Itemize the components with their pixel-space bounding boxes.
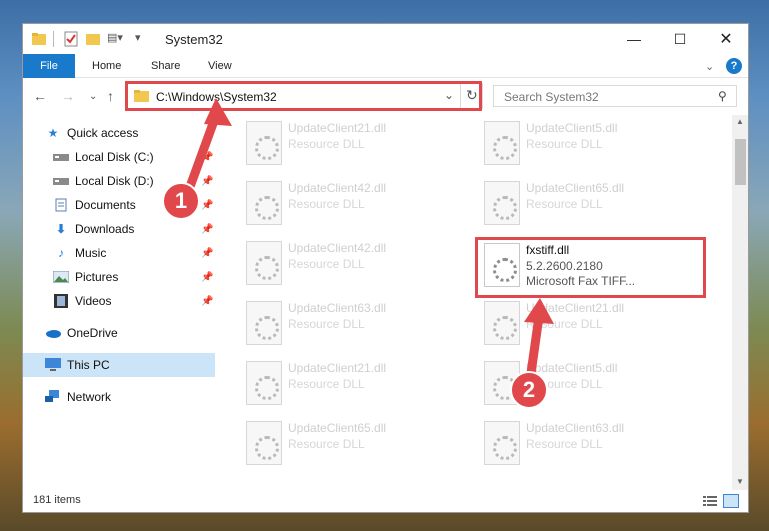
scrollbar-thumb[interactable] (735, 139, 746, 185)
search-placeholder: Search System32 (504, 90, 599, 104)
customize-toolbar-icon[interactable]: ▤▾ (107, 31, 123, 47)
file-highlight (475, 237, 706, 298)
pin-icon[interactable]: 📌 (201, 272, 213, 283)
dll-file-icon (484, 301, 520, 345)
help-icon[interactable]: ? (726, 58, 742, 74)
list-item[interactable]: UpdateClient42.dll Resource DLL (216, 175, 446, 227)
list-item[interactable]: UpdateClient21.dll Resource DLL (216, 355, 446, 407)
up-icon[interactable]: ↑ (107, 88, 114, 104)
file-tab[interactable]: File (23, 54, 75, 78)
pin-icon[interactable]: 📌 (201, 200, 213, 211)
file-list: UpdateClient21.dll Resource DLL UpdateCl… (216, 115, 732, 490)
dll-file-icon (484, 421, 520, 465)
navigation-pane: ★ Quick access Local Disk (C:) 📌 Local D… (23, 115, 215, 490)
dll-file-icon (246, 121, 282, 165)
pictures-icon (53, 270, 69, 284)
tab-share[interactable]: Share (151, 60, 180, 72)
dll-file-icon (246, 361, 282, 405)
dll-file-icon (484, 121, 520, 165)
arrowhead-2 (524, 298, 554, 324)
back-icon[interactable]: ← (33, 88, 47, 104)
title-bar: ▤▾ ▾ System32 — ☐ ✕ (23, 24, 748, 54)
star-icon: ★ (47, 126, 59, 140)
list-item[interactable]: UpdateClient21.dll Resource DLL (216, 115, 446, 167)
recent-locations-icon[interactable]: ⌄ (89, 91, 97, 102)
status-bar: 181 items (23, 490, 748, 512)
drive-icon (53, 150, 69, 164)
forward-icon[interactable]: → (61, 88, 75, 104)
scroll-down-icon[interactable]: ▼ (736, 477, 744, 486)
item-count: 181 items (33, 494, 81, 506)
drive-icon (53, 174, 69, 188)
list-item[interactable]: UpdateClient5.dll Resource DLL (454, 115, 684, 167)
scroll-up-icon[interactable]: ▲ (736, 117, 744, 126)
network-icon (45, 390, 61, 404)
chevron-down-icon[interactable]: ▾ (135, 31, 141, 47)
sidebar-item-this-pc[interactable]: This PC (23, 353, 215, 377)
new-folder-icon[interactable] (85, 31, 101, 47)
pin-icon[interactable]: 📌 (201, 296, 213, 307)
expand-ribbon-icon[interactable]: ⌄ (705, 60, 714, 73)
minimize-button[interactable]: — (611, 24, 657, 54)
tiles-view-icon[interactable] (723, 494, 739, 508)
list-item[interactable]: UpdateClient63.dll Resource DLL (454, 415, 684, 467)
list-item[interactable]: UpdateClient65.dll Resource DLL (454, 175, 684, 227)
sidebar-item-pictures[interactable]: Pictures 📌 (23, 265, 215, 289)
list-item[interactable]: UpdateClient42.dll Resource DLL (216, 235, 446, 287)
videos-icon (53, 294, 69, 308)
sidebar-item-quick-access[interactable]: ★ Quick access (23, 121, 215, 145)
step-2-badge: 2 (510, 371, 548, 409)
dll-file-icon (246, 301, 282, 345)
pin-icon[interactable]: 📌 (201, 248, 213, 259)
download-icon: ⬇ (55, 222, 67, 236)
list-item[interactable]: UpdateClient21.dll Resource DLL (454, 295, 684, 347)
address-highlight (125, 81, 482, 111)
properties-icon[interactable] (63, 31, 79, 47)
sidebar-item-music[interactable]: ♪ Music 📌 (23, 241, 215, 265)
sidebar-item-downloads[interactable]: ⬇ Downloads 📌 (23, 217, 215, 241)
vertical-scrollbar[interactable]: ▲ ▼ (732, 115, 748, 490)
sidebar-item-onedrive[interactable]: OneDrive (23, 321, 215, 345)
folder-icon (31, 31, 47, 47)
maximize-button[interactable]: ☐ (657, 24, 703, 54)
details-view-icon[interactable] (703, 495, 717, 510)
pin-icon[interactable]: 📌 (201, 224, 213, 235)
arrowhead-1 (204, 98, 232, 126)
step-1-badge: 1 (162, 182, 200, 220)
tab-home[interactable]: Home (92, 60, 121, 72)
documents-icon (53, 198, 69, 212)
dll-file-icon (246, 421, 282, 465)
ribbon: File Home Share View ⌄ ? (23, 54, 748, 78)
dll-file-icon (484, 181, 520, 225)
window-title: System32 (165, 32, 223, 47)
sidebar-item-local-disk-c[interactable]: Local Disk (C:) 📌 (23, 145, 215, 169)
music-icon: ♪ (58, 246, 64, 260)
list-item[interactable]: UpdateClient63.dll Resource DLL (216, 295, 446, 347)
computer-icon (45, 358, 61, 372)
tab-view[interactable]: View (208, 60, 232, 72)
dll-file-icon (246, 241, 282, 285)
close-button[interactable]: ✕ (703, 24, 748, 54)
dll-file-icon (246, 181, 282, 225)
search-icon[interactable]: ⚲ (718, 89, 727, 103)
pin-icon[interactable]: 📌 (201, 176, 213, 187)
list-item[interactable]: UpdateClient65.dll Resource DLL (216, 415, 446, 467)
search-input[interactable]: Search System32 ⚲ (493, 85, 737, 107)
sidebar-item-network[interactable]: Network (23, 385, 215, 409)
list-item[interactable]: UpdateClient5.dll Resource DLL (454, 355, 684, 407)
cloud-icon (45, 326, 61, 340)
sidebar-item-videos[interactable]: Videos 📌 (23, 289, 215, 313)
